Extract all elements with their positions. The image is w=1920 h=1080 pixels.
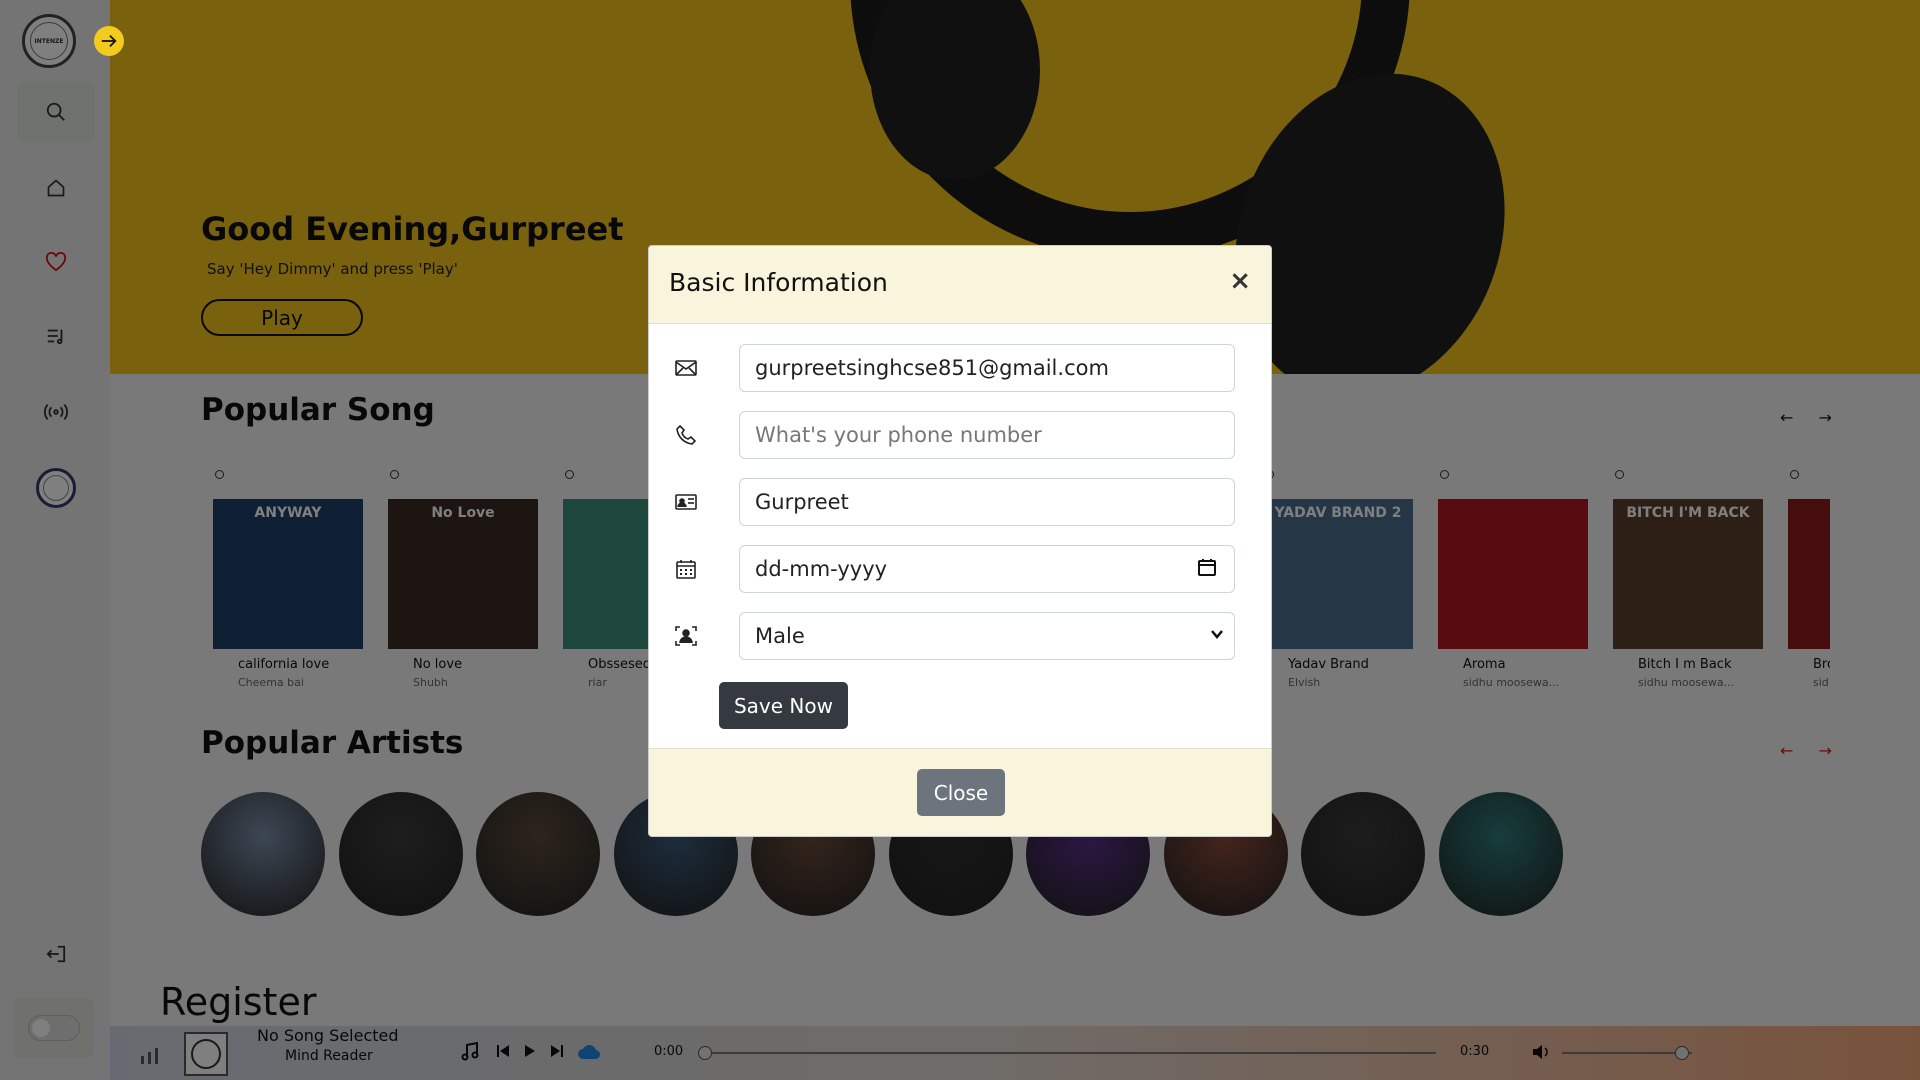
modal-title: Basic Information xyxy=(669,268,888,297)
dob-field[interactable]: dd-mm-yyyy xyxy=(739,545,1235,593)
calendar-icon xyxy=(673,557,699,581)
expand-sidebar-button[interactable] xyxy=(94,26,124,56)
basic-info-modal: Basic Information × gurpreetsinghcse851@… xyxy=(648,245,1272,837)
envelope-icon xyxy=(673,356,699,380)
email-field[interactable]: gurpreetsinghcse851@gmail.com xyxy=(739,344,1235,392)
id-card-icon xyxy=(673,490,699,514)
arrow-right-icon xyxy=(101,34,117,48)
save-button[interactable]: Save Now xyxy=(719,682,848,729)
modal-footer: Close xyxy=(649,748,1271,836)
chevron-down-icon xyxy=(1211,630,1223,639)
close-icon[interactable]: × xyxy=(1229,266,1251,296)
gender-select[interactable]: Male xyxy=(739,612,1235,660)
phone-icon xyxy=(673,423,699,447)
dob-placeholder: dd-mm-yyyy xyxy=(755,557,888,581)
name-field[interactable]: Gurpreet xyxy=(739,478,1235,526)
date-picker-icon[interactable] xyxy=(1198,558,1216,576)
modal-body: gurpreetsinghcse851@gmail.com What's you… xyxy=(649,324,1271,748)
close-button[interactable]: Close xyxy=(917,769,1005,816)
phone-field[interactable]: What's your phone number xyxy=(739,411,1235,459)
gender-value: Male xyxy=(755,624,805,648)
modal-header: Basic Information × xyxy=(649,246,1271,324)
gender-icon xyxy=(673,624,699,648)
